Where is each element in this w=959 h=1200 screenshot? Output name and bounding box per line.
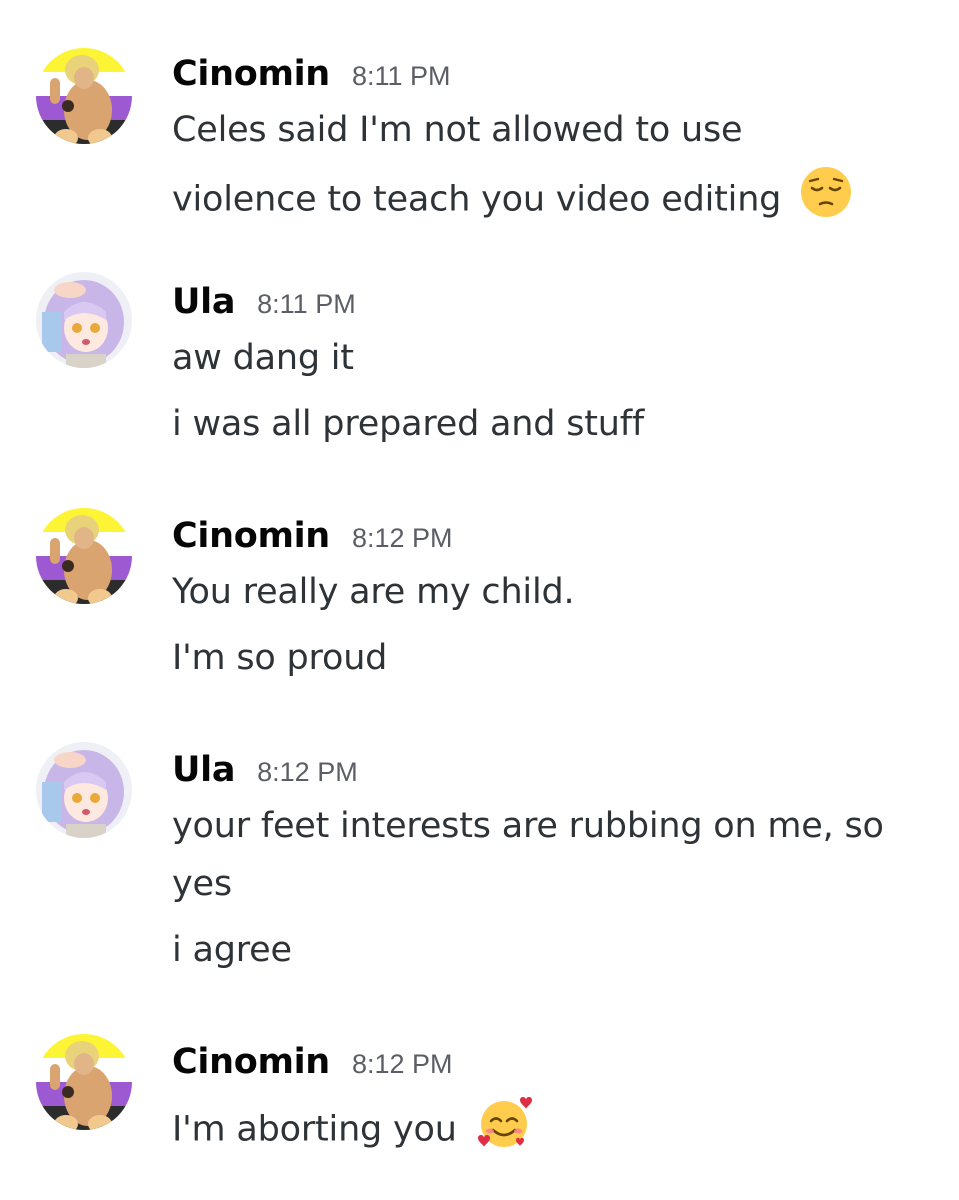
message-text: your feet interests are rubbing on me, s… (172, 806, 884, 846)
cinomin-avatar-icon[interactable] (36, 508, 132, 604)
username[interactable]: Ula (172, 750, 235, 790)
message-group: Cinomin 8:11 PM Celes said I'm not allow… (0, 48, 959, 228)
message-line: I'm so proud (172, 638, 387, 678)
message-group: Cinomin 8:12 PM You really are my child.… (0, 508, 959, 686)
message-header: Ula 8:11 PM (172, 282, 356, 322)
ula-avatar-icon[interactable] (36, 272, 132, 368)
message-line: Celes said I'm not allowed to use (172, 110, 743, 150)
timestamp: 8:11 PM (351, 61, 451, 91)
message-group: Cinomin 8:12 PM I'm aborting you (0, 1034, 959, 1172)
message-text: I'm so proud (172, 638, 388, 678)
message-line: i was all prepared and stuff (172, 404, 644, 444)
message-line: I'm aborting you (172, 1097, 532, 1163)
message-line: violence to teach you video editing (172, 167, 852, 231)
username[interactable]: Cinomin (172, 54, 330, 94)
timestamp: 8:12 PM (351, 523, 453, 553)
message-group: Ula 8:11 PM aw dang it i was all prepare… (0, 272, 959, 452)
timestamp: 8:12 PM (257, 757, 358, 787)
message-text: You really are my child. (172, 572, 575, 612)
username[interactable]: Cinomin (172, 516, 330, 556)
message-line: aw dang it (172, 338, 354, 378)
ula-avatar-icon[interactable] (36, 742, 132, 838)
message-text: Celes said I'm not allowed to use (172, 110, 743, 150)
pensive-face-emoji (800, 166, 852, 227)
message-header: Cinomin 8:11 PM (172, 54, 451, 94)
timestamp: 8:11 PM (257, 289, 356, 319)
smiling-face-with-hearts-emoji (476, 1094, 532, 1159)
message-header: Ula 8:12 PM (172, 750, 358, 790)
cinomin-avatar-icon[interactable] (36, 48, 132, 144)
message-line: your feet interests are rubbing on me, s… (172, 806, 884, 846)
message-text: aw dang it (172, 338, 354, 378)
message-text: I'm aborting you (172, 1109, 457, 1150)
timestamp: 8:12 PM (351, 1049, 453, 1079)
cinomin-avatar-icon[interactable] (36, 1034, 132, 1130)
message-text: i agree (172, 930, 292, 970)
message-group: Ula 8:12 PM your feet interests are rubb… (0, 742, 959, 990)
username[interactable]: Cinomin (172, 1042, 330, 1082)
message-line: yes (172, 864, 232, 904)
message-header: Cinomin 8:12 PM (172, 516, 453, 556)
message-text: i was all prepared and stuff (172, 404, 644, 444)
message-line: i agree (172, 930, 292, 970)
username[interactable]: Ula (172, 282, 235, 322)
message-line: You really are my child. (172, 572, 575, 612)
message-text: yes (172, 864, 232, 904)
message-header: Cinomin 8:12 PM (172, 1042, 453, 1082)
message-text: violence to teach you video editing (172, 179, 782, 220)
